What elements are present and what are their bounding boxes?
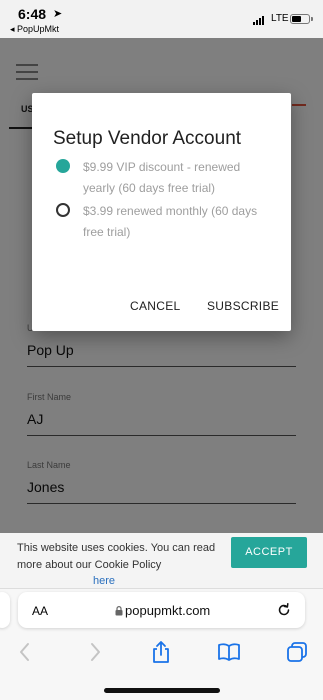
previous-tab-edge[interactable] xyxy=(0,592,10,628)
battery-icon xyxy=(290,14,310,24)
back-to-app-link[interactable]: ◂ PopUpMkt xyxy=(10,24,59,35)
lock-icon xyxy=(115,606,123,616)
radio-unchecked-icon[interactable] xyxy=(56,203,70,217)
page-settings-button[interactable]: AA xyxy=(32,604,48,618)
cookie-policy-link[interactable]: here xyxy=(93,575,115,587)
network-label: LTE xyxy=(271,13,289,24)
url-text[interactable]: popupmkt.com xyxy=(125,603,210,618)
setup-vendor-dialog: Setup Vendor Account $9.99 VIP discount … xyxy=(32,93,291,331)
radio-checked-icon[interactable] xyxy=(56,159,70,173)
status-bar: 6:48 ➤ ◂ PopUpMkt LTE xyxy=(0,0,323,38)
tabs-icon[interactable] xyxy=(286,641,308,663)
location-arrow-icon: ➤ xyxy=(53,8,63,20)
cookie-text: This website uses cookies. You can read … xyxy=(17,542,216,571)
forward-icon[interactable] xyxy=(88,642,102,662)
dialog-title: Setup Vendor Account xyxy=(53,128,242,149)
cancel-button[interactable]: CANCEL xyxy=(130,299,180,313)
accept-cookies-button[interactable]: ACCEPT xyxy=(231,537,307,568)
status-time: 6:48 xyxy=(18,6,47,22)
bookmarks-icon[interactable] xyxy=(217,643,241,661)
option-label[interactable]: $3.99 renewed monthly (60 days free tria… xyxy=(83,201,268,243)
option-label[interactable]: $9.99 VIP discount - renewed yearly (60 … xyxy=(83,157,268,199)
share-icon[interactable] xyxy=(151,640,171,664)
reload-icon[interactable] xyxy=(276,602,292,618)
battery-tip xyxy=(311,17,313,21)
subscribe-button[interactable]: SUBSCRIBE xyxy=(207,299,279,313)
home-indicator[interactable] xyxy=(104,688,220,693)
battery-level xyxy=(292,16,301,22)
signal-icon xyxy=(253,16,267,25)
back-icon[interactable] xyxy=(18,642,32,662)
